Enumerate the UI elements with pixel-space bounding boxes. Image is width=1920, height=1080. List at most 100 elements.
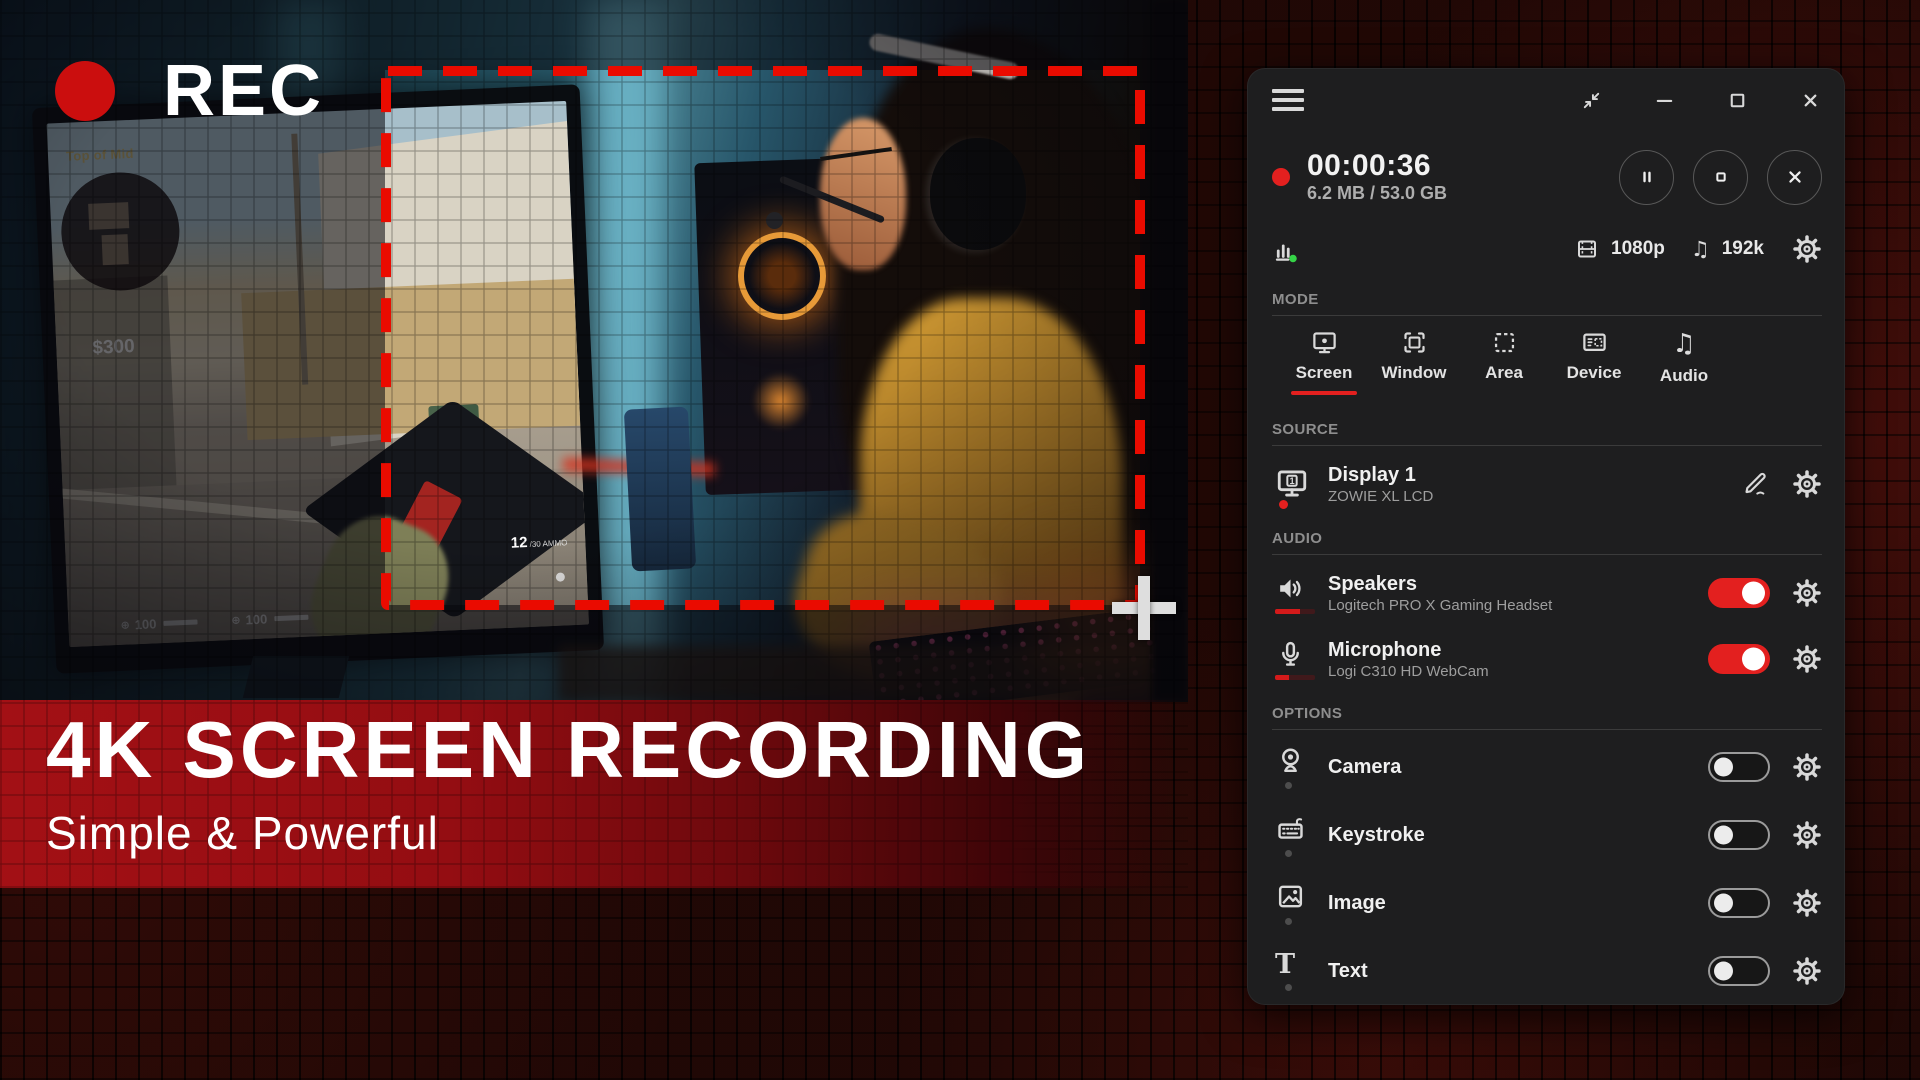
selection-dashed-border (378, 63, 1148, 613)
source-section-header: SOURCE (1272, 421, 1822, 446)
speakers-label: Speakers (1328, 573, 1552, 595)
tab-screen[interactable]: Screen (1282, 329, 1366, 395)
panel-titlebar (1272, 83, 1822, 117)
source-title: Display 1 (1328, 464, 1433, 486)
capture-selection-region[interactable] (378, 63, 1148, 618)
webcam-icon (1275, 745, 1306, 776)
microphone-label: Microphone (1328, 639, 1489, 661)
rec-label: REC (163, 50, 324, 132)
stats-settings-button[interactable] (1792, 234, 1822, 264)
microphone-row: Microphone Logi C310 HD WebCam (1272, 633, 1822, 685)
rec-badge: REC (55, 50, 324, 132)
device-icon (1581, 329, 1608, 356)
options-section-header: OPTIONS (1272, 705, 1822, 730)
minimize-icon[interactable] (1653, 89, 1676, 112)
speakers-level-meter (1275, 609, 1315, 614)
image-settings-button[interactable] (1792, 888, 1822, 918)
window-icon (1401, 329, 1428, 356)
recording-controls (1619, 150, 1822, 205)
image-icon (1275, 881, 1306, 912)
audio-mode-icon: ♫ (1672, 329, 1695, 359)
dim-outside-selection (0, 70, 385, 605)
dim-outside-selection (0, 605, 1188, 702)
cancel-icon (1784, 166, 1806, 188)
mode-section-header: MODE (1272, 291, 1822, 316)
screen-icon (1311, 329, 1338, 356)
recording-times: 00:00:36 6.2 MB / 53.0 GB (1307, 150, 1447, 205)
keyboard-icon (1275, 813, 1306, 844)
text-toggle[interactable] (1708, 956, 1770, 986)
selection-resize-crosshair[interactable] (1138, 576, 1150, 640)
recording-time: 00:00:36 (1307, 150, 1447, 182)
music-note-icon: ♫ (1691, 237, 1710, 261)
camera-row: Camera (1272, 742, 1822, 792)
bitrate-value: 192k (1722, 238, 1764, 260)
speakers-settings-button[interactable] (1792, 578, 1822, 608)
tab-device[interactable]: Device (1552, 329, 1636, 395)
microphone-icon (1275, 639, 1306, 670)
speakers-device: Logitech PRO X Gaming Headset (1328, 597, 1552, 614)
mode-tabs: Screen Window Area Device ♫ Audio (1272, 329, 1822, 395)
microphone-device: Logi C310 HD WebCam (1328, 663, 1489, 680)
microphone-settings-button[interactable] (1792, 644, 1822, 674)
source-settings-button[interactable] (1792, 469, 1822, 499)
window-controls (1580, 89, 1822, 112)
marketing-copy: 4K SCREEN RECORDING Simple & Powerful (46, 710, 1091, 860)
text-settings-button[interactable] (1792, 956, 1822, 986)
source-row[interactable]: Display 1 ZOWIE XL LCD (1272, 460, 1822, 508)
pause-icon (1636, 166, 1658, 188)
image-row: Image (1272, 878, 1822, 928)
speaker-icon (1275, 573, 1306, 604)
edit-source-button[interactable] (1741, 470, 1770, 499)
camera-label: Camera (1328, 756, 1401, 778)
text-label: Text (1328, 960, 1368, 982)
stats-right-group: 1080p ♫ 192k (1575, 234, 1822, 264)
microphone-toggle[interactable] (1708, 644, 1770, 674)
subheadline: Simple & Powerful (46, 806, 1091, 860)
tab-area[interactable]: Area (1462, 329, 1546, 395)
menu-button[interactable] (1272, 89, 1304, 111)
capture-stats-row: 1080p ♫ 192k (1272, 232, 1822, 266)
recording-status-row: 00:00:36 6.2 MB / 53.0 GB (1272, 145, 1822, 209)
tab-window[interactable]: Window (1372, 329, 1456, 395)
speakers-toggle[interactable] (1708, 578, 1770, 608)
speakers-row: Speakers Logitech PRO X Gaming Headset (1272, 567, 1822, 619)
headline: 4K SCREEN RECORDING (46, 710, 1091, 790)
cancel-button[interactable] (1767, 150, 1822, 205)
camera-settings-button[interactable] (1792, 752, 1822, 782)
keystroke-settings-button[interactable] (1792, 820, 1822, 850)
rec-dot-icon (55, 61, 115, 121)
close-icon[interactable] (1799, 89, 1822, 112)
area-icon (1491, 329, 1518, 356)
stop-button[interactable] (1693, 150, 1748, 205)
display-icon (1275, 467, 1309, 501)
text-status-dot (1285, 984, 1292, 991)
maximize-icon[interactable] (1726, 89, 1749, 112)
recording-usage: 6.2 MB / 53.0 GB (1307, 183, 1447, 204)
keystroke-row: Keystroke (1272, 810, 1822, 860)
keystroke-toggle[interactable] (1708, 820, 1770, 850)
pause-button[interactable] (1619, 150, 1674, 205)
camera-toggle[interactable] (1708, 752, 1770, 782)
stop-icon (1710, 166, 1732, 188)
tab-audio[interactable]: ♫ Audio (1642, 329, 1726, 395)
audio-meter-icon (1272, 234, 1302, 264)
recording-dot-icon (1272, 168, 1290, 186)
resolution-value: 1080p (1611, 238, 1665, 260)
source-subtitle: ZOWIE XL LCD (1328, 488, 1433, 505)
recorder-panel: 00:00:36 6.2 MB / 53.0 GB 1080p ♫ 192k M… (1247, 68, 1845, 1005)
text-tool-icon: T (1275, 951, 1295, 978)
collapse-icon[interactable] (1580, 89, 1603, 112)
keystroke-label: Keystroke (1328, 824, 1425, 846)
camera-status-dot (1285, 782, 1292, 789)
image-label: Image (1328, 892, 1386, 914)
text-row: T Text (1272, 946, 1822, 996)
source-active-dot (1279, 500, 1288, 509)
image-status-dot (1285, 918, 1292, 925)
panel-content: MODE Screen Window Area Device ♫ Audio (1272, 291, 1822, 996)
film-icon (1575, 237, 1599, 261)
microphone-level-meter (1275, 675, 1315, 680)
keystroke-status-dot (1285, 850, 1292, 857)
audio-section-header: AUDIO (1272, 530, 1822, 555)
image-toggle[interactable] (1708, 888, 1770, 918)
